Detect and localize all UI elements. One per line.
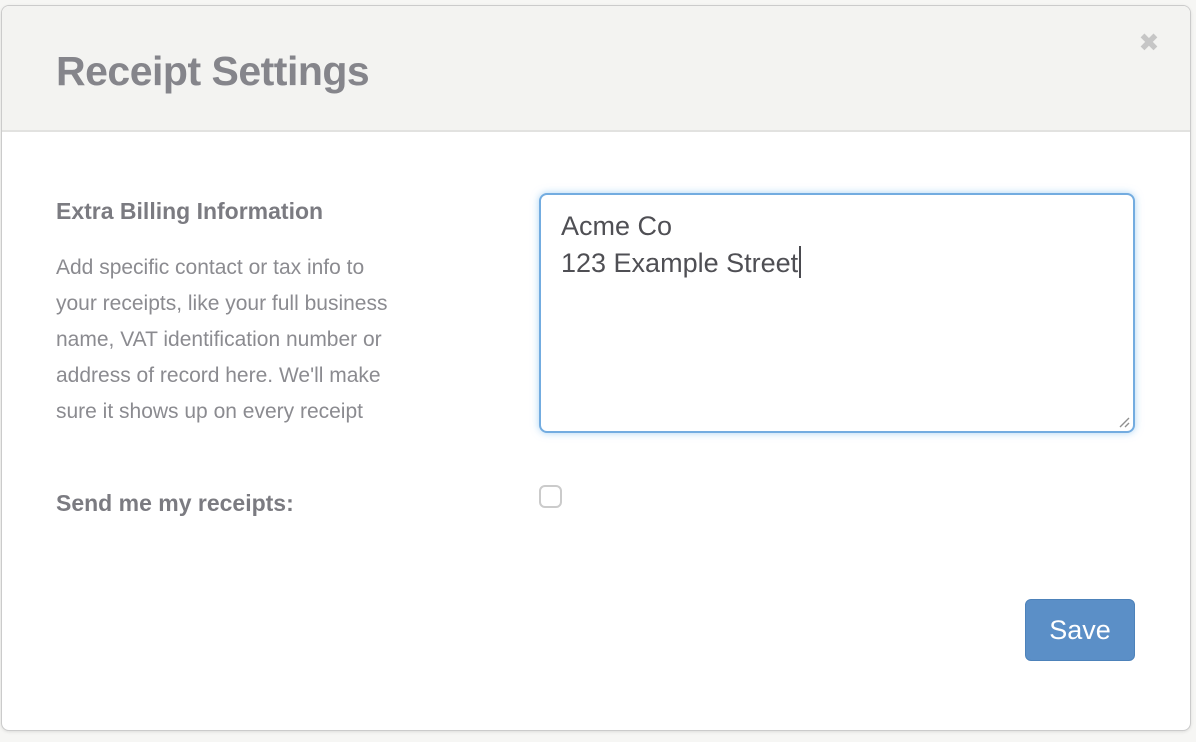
- send-receipts-checkbox[interactable]: [539, 485, 562, 508]
- save-button[interactable]: Save: [1025, 599, 1135, 661]
- text-caret: [799, 246, 801, 278]
- extra-billing-description: Add specific contact or tax info to your…: [56, 250, 387, 430]
- resize-grip-icon[interactable]: [1117, 415, 1130, 428]
- description-line: address of record here. We'll make: [56, 358, 387, 394]
- description-line: Add specific contact or tax info to: [56, 250, 387, 286]
- description-line: name, VAT identification number or: [56, 322, 387, 358]
- description-line: sure it shows up on every receipt: [56, 394, 387, 430]
- description-line: your receipts, like your full business: [56, 286, 387, 322]
- receipt-settings-modal: Receipt Settings ✖ Extra Billing Informa…: [1, 5, 1191, 731]
- extra-billing-label: Extra Billing Information: [56, 198, 323, 225]
- extra-billing-textarea[interactable]: Acme Co 123 Example Street: [539, 193, 1135, 433]
- modal-title: Receipt Settings: [56, 48, 369, 95]
- send-receipts-label: Send me my receipts:: [56, 490, 294, 517]
- page-background: Receipt Settings ✖ Extra Billing Informa…: [0, 0, 1196, 742]
- textarea-value: Acme Co 123 Example Street: [561, 211, 798, 278]
- modal-header: Receipt Settings ✖: [2, 6, 1190, 132]
- close-icon[interactable]: ✖: [1134, 28, 1164, 58]
